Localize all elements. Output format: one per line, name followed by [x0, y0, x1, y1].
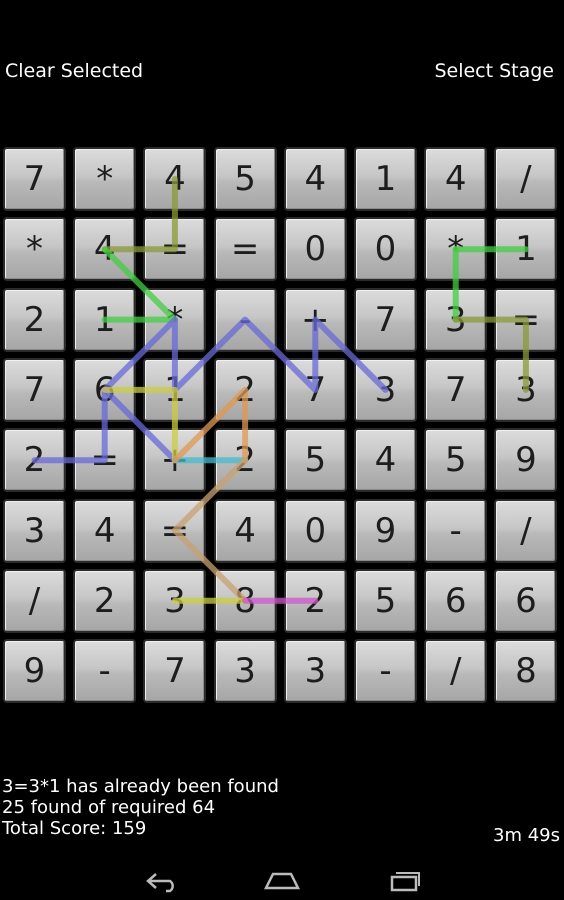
- tile-r2-c7[interactable]: =: [494, 287, 558, 352]
- tile-r7-c3[interactable]: 3: [213, 639, 277, 704]
- tile-r1-c4[interactable]: 0: [283, 217, 347, 282]
- tile-r6-c2[interactable]: 3: [143, 568, 207, 633]
- tile-r1-c0[interactable]: *: [3, 217, 66, 282]
- tile-r5-c0[interactable]: 3: [3, 498, 66, 563]
- tile-r1-c6[interactable]: *: [424, 217, 488, 282]
- tile-r6-c4[interactable]: 2: [283, 568, 347, 633]
- tile-r0-c6[interactable]: 4: [424, 147, 488, 211]
- tile-r2-c0[interactable]: 2: [3, 287, 66, 352]
- tile-r4-c0[interactable]: 2: [3, 428, 66, 493]
- system-nav-bar: [0, 860, 564, 900]
- tile-r2-c2[interactable]: *: [143, 287, 207, 352]
- tile-r7-c4[interactable]: 3: [283, 639, 347, 704]
- tile-r3-c5[interactable]: 3: [354, 357, 417, 422]
- tile-r3-c0[interactable]: 7: [3, 357, 66, 422]
- tile-r6-c5[interactable]: 5: [354, 568, 417, 633]
- tile-r6-c7[interactable]: 6: [494, 568, 558, 633]
- tile-r3-c6[interactable]: 7: [424, 357, 488, 422]
- timer: 3m 49s: [493, 825, 560, 846]
- tile-r4-c3[interactable]: 2: [213, 428, 277, 493]
- tile-r6-c1[interactable]: 2: [73, 568, 137, 633]
- tile-r1-c2[interactable]: =: [143, 217, 207, 282]
- tile-r1-c5[interactable]: 0: [354, 217, 417, 282]
- tile-r5-c1[interactable]: 4: [73, 498, 137, 563]
- tile-r7-c1[interactable]: -: [73, 639, 137, 704]
- tile-r4-c7[interactable]: 9: [494, 428, 558, 493]
- clear-selected-button[interactable]: Clear Selected: [5, 60, 143, 82]
- recents-icon[interactable]: [385, 868, 421, 894]
- top-bar: Clear Selected Select Stage: [0, 60, 564, 90]
- tile-r4-c4[interactable]: 5: [283, 428, 347, 493]
- tile-r7-c2[interactable]: 7: [143, 639, 207, 704]
- tile-r3-c3[interactable]: 2: [213, 357, 277, 422]
- tile-r4-c1[interactable]: =: [73, 428, 137, 493]
- tile-r2-c1[interactable]: 1: [73, 287, 137, 352]
- tile-r0-c5[interactable]: 1: [354, 147, 417, 211]
- tile-r1-c1[interactable]: 4: [73, 217, 137, 282]
- status-panel: 3=3*1 has already been found 25 found of…: [2, 776, 279, 839]
- tile-r6-c6[interactable]: 6: [424, 568, 488, 633]
- tile-r5-c7[interactable]: /: [494, 498, 558, 563]
- tile-r5-c6[interactable]: -: [424, 498, 488, 563]
- tile-r7-c0[interactable]: 9: [3, 639, 66, 704]
- total-score: Total Score: 159: [2, 818, 147, 839]
- tile-r2-c5[interactable]: 7: [354, 287, 417, 352]
- tile-r3-c7[interactable]: 3: [494, 357, 558, 422]
- status-message: 3=3*1 has already been found: [2, 776, 279, 797]
- back-icon[interactable]: [144, 868, 180, 894]
- tile-r6-c0[interactable]: /: [3, 568, 66, 633]
- tile-r6-c3[interactable]: 8: [213, 568, 277, 633]
- tile-r4-c2[interactable]: +: [143, 428, 207, 493]
- found-count: 25 found of required 64: [2, 797, 216, 818]
- puzzle-grid: 7 * 4 5 4 1 4/* 4 = = 0 0 * 1 2 1 * - +7 3 = 7 6 1 2 7 3 7 3 2 = +2 5 4 5 9…: [3, 147, 563, 710]
- tile-r0-c3[interactable]: 5: [213, 147, 277, 211]
- tile-r4-c5[interactable]: 4: [354, 428, 417, 493]
- tile-r3-c1[interactable]: 6: [73, 357, 137, 422]
- tile-r0-c2[interactable]: 4: [143, 147, 207, 211]
- select-stage-button[interactable]: Select Stage: [434, 60, 554, 82]
- tile-r7-c5[interactable]: -: [354, 639, 417, 704]
- tile-r0-c1[interactable]: *: [73, 147, 137, 211]
- tile-r0-c7[interactable]: /: [494, 147, 558, 211]
- home-icon[interactable]: [263, 868, 301, 894]
- tile-r5-c3[interactable]: 4: [213, 498, 277, 563]
- tile-r7-c7[interactable]: 8: [494, 639, 558, 704]
- tile-r5-c5[interactable]: 9: [354, 498, 417, 563]
- tile-r2-c4[interactable]: +: [283, 287, 347, 352]
- tile-r1-c7[interactable]: 1: [494, 217, 558, 282]
- tile-r2-c3[interactable]: -: [213, 287, 277, 352]
- tile-r4-c6[interactable]: 5: [424, 428, 488, 493]
- tile-r1-c3[interactable]: =: [213, 217, 277, 282]
- tile-r0-c4[interactable]: 4: [283, 147, 347, 211]
- tile-r5-c2[interactable]: =: [143, 498, 207, 563]
- tile-r3-c2[interactable]: 1: [143, 357, 207, 422]
- tile-r0-c0[interactable]: 7: [3, 147, 66, 211]
- tile-r7-c6[interactable]: /: [424, 639, 488, 704]
- tile-r2-c6[interactable]: 3: [424, 287, 488, 352]
- tile-r3-c4[interactable]: 7: [283, 357, 347, 422]
- tile-r5-c4[interactable]: 0: [283, 498, 347, 563]
